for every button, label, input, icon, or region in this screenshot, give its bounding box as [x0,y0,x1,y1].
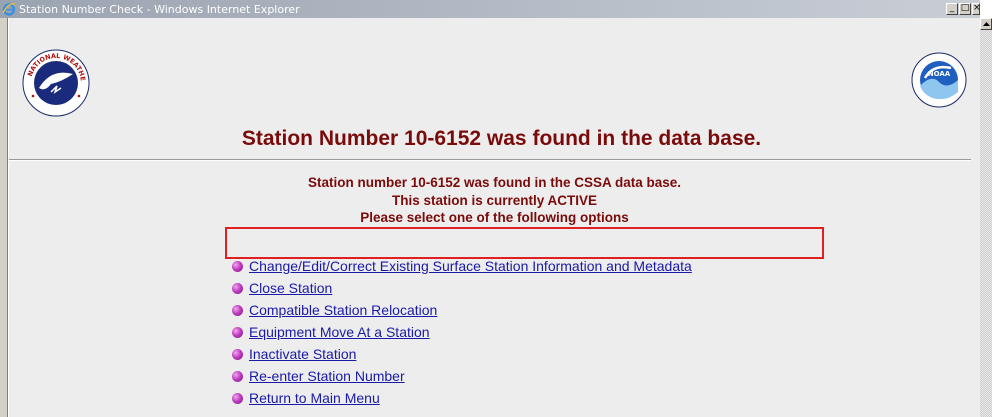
list-item: Inactivate Station [232,343,692,365]
list-item: Close Station [232,277,692,299]
bullet-icon [232,304,243,316]
scroll-up-button[interactable] [980,18,992,30]
list-item: Change/Edit/Correct Existing Surface Sta… [232,255,692,277]
change-edit-station-link[interactable]: Change/Edit/Correct Existing Surface Sta… [249,258,692,274]
svg-text:NOAA: NOAA [928,70,951,78]
inactivate-station-link[interactable]: Inactivate Station [249,346,356,362]
info-line-status: This station is currently ACTIVE [391,192,598,208]
options-list: Change/Edit/Correct Existing Surface Sta… [232,255,692,409]
return-to-main-menu-link[interactable]: Return to Main Menu [249,390,380,406]
chevron-up-icon [982,21,990,26]
vertical-scrollbar[interactable] [980,18,992,417]
nws-logo-icon: NATIONAL WEATHER SERVICE [18,42,90,117]
bullet-icon [232,260,243,272]
bullet-icon [232,282,243,294]
internet-explorer-icon [2,2,16,16]
page-content: NATIONAL WEATHER SERVICE NOAA Station Nu… [9,18,980,417]
info-line-found: Station number 10-6152 was found in the … [307,175,682,190]
info-line-instruction: Please select one of the following optio… [360,210,629,225]
window-title-bar[interactable]: Station Number Check - Windows Internet … [0,0,980,18]
close-button[interactable]: × [972,3,980,15]
horizontal-divider [9,159,971,161]
window-frame-left [0,18,8,417]
list-item: Return to Main Menu [232,387,692,409]
close-station-link[interactable]: Close Station [249,280,332,296]
list-item: Equipment Move At a Station [232,321,692,343]
equipment-move-link[interactable]: Equipment Move At a Station [249,324,430,340]
bullet-icon [232,348,243,360]
window-title: Station Number Check - Windows Internet … [19,2,300,16]
list-item: Compatible Station Relocation [232,299,692,321]
noaa-logo: NOAA [911,52,967,113]
re-enter-station-number-link[interactable]: Re-enter Station Number [249,368,405,384]
minimize-button[interactable]: _ [946,3,958,15]
maximize-button[interactable]: □ [959,3,971,15]
compatible-station-relocation-link[interactable]: Compatible Station Relocation [249,302,437,318]
bullet-icon [232,392,243,404]
bullet-icon [232,326,243,338]
nws-logo: NATIONAL WEATHER SERVICE [18,42,91,123]
noaa-logo-icon: NOAA [911,52,967,108]
station-info: Station number 10-6152 was found in the … [9,174,980,227]
list-item: Re-enter Station Number [232,365,692,387]
bullet-icon [232,370,243,382]
page-title: Station Number 10-6152 was found in the … [241,127,762,150]
